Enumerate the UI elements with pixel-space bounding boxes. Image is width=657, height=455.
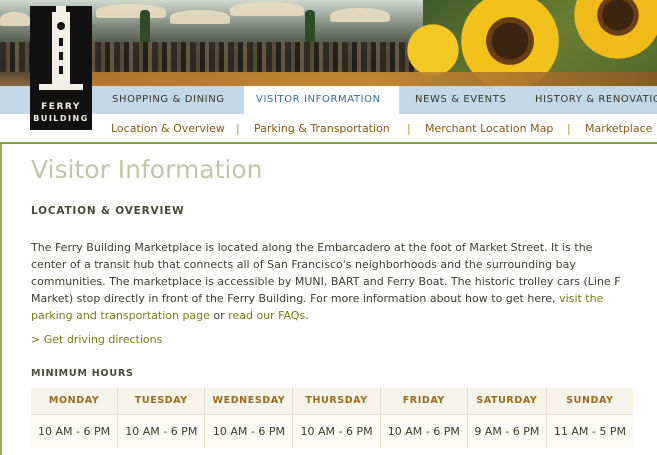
hours-cell: 10 AM - 6 PM [380, 413, 468, 448]
subnav-separator: | [236, 122, 240, 135]
overview-text: The Ferry Building Marketplace is locate… [31, 241, 621, 305]
day-header: TUESDAY [117, 388, 206, 414]
tower-icon [52, 6, 70, 86]
nav-visitor-information[interactable]: VISITOR INFORMATION [244, 86, 399, 114]
driving-directions-link[interactable]: > Get driving directions [31, 333, 162, 346]
logo-text-ferry: FERRY [41, 102, 81, 112]
main-nav: SHOPPING & DINING VISITOR INFORMATION NE… [0, 86, 657, 114]
hours-cell: 10 AM - 6 PM [31, 413, 119, 448]
header-banner [0, 0, 657, 86]
hours-table: MONDAY TUESDAY WEDNESDAY THURSDAY FRIDAY… [31, 388, 633, 448]
logo-text-building: BUILDING [33, 114, 89, 123]
subnav-marketplace[interactable]: Marketplace [585, 122, 652, 135]
subnav-location-overview[interactable]: Location & Overview [111, 122, 225, 135]
hours-cell: 10 AM - 6 PM [117, 413, 206, 448]
page-title: Visitor Information [31, 155, 263, 184]
faqs-link[interactable]: read our FAQs [228, 309, 305, 322]
divider [0, 142, 657, 144]
day-header: MONDAY [31, 388, 119, 414]
left-border [0, 144, 2, 455]
nav-shopping-dining[interactable]: SHOPPING & DINING [100, 86, 240, 114]
hours-cell: 9 AM - 6 PM [467, 413, 547, 448]
day-header: FRIDAY [380, 388, 468, 414]
period-text: . [305, 309, 309, 322]
hours-header-row: MONDAY TUESDAY WEDNESDAY THURSDAY FRIDAY… [31, 388, 633, 414]
overview-paragraph: The Ferry Building Marketplace is locate… [31, 239, 631, 324]
hours-row: 10 AM - 6 PM 10 AM - 6 PM 10 AM - 6 PM 1… [31, 413, 633, 448]
sub-nav: Location & Overview | Parking & Transpor… [0, 114, 657, 142]
hours-cell: 10 AM - 6 PM [204, 413, 294, 448]
day-header: THURSDAY [292, 388, 381, 414]
subnav-separator: | [567, 122, 571, 135]
day-header: SATURDAY [467, 388, 547, 414]
nav-news-events[interactable]: NEWS & EVENTS [403, 86, 521, 114]
hours-cell: 10 AM - 6 PM [292, 413, 381, 448]
section-heading-location: LOCATION & OVERVIEW [31, 205, 185, 217]
ferry-building-logo[interactable]: FERRY BUILDING [30, 6, 92, 130]
hours-heading: MINIMUM HOURS [31, 368, 134, 379]
hours-cell: 11 AM - 5 PM [546, 413, 633, 448]
day-header: WEDNESDAY [204, 388, 294, 414]
subnav-parking-transportation[interactable]: Parking & Transportation [254, 122, 390, 135]
subnav-merchant-map[interactable]: Merchant Location Map [425, 122, 553, 135]
subnav-separator: | [407, 122, 411, 135]
day-header: SUNDAY [546, 388, 633, 414]
nav-history-renovation[interactable]: HISTORY & RENOVATIO [523, 86, 657, 114]
or-text: or [209, 309, 229, 322]
